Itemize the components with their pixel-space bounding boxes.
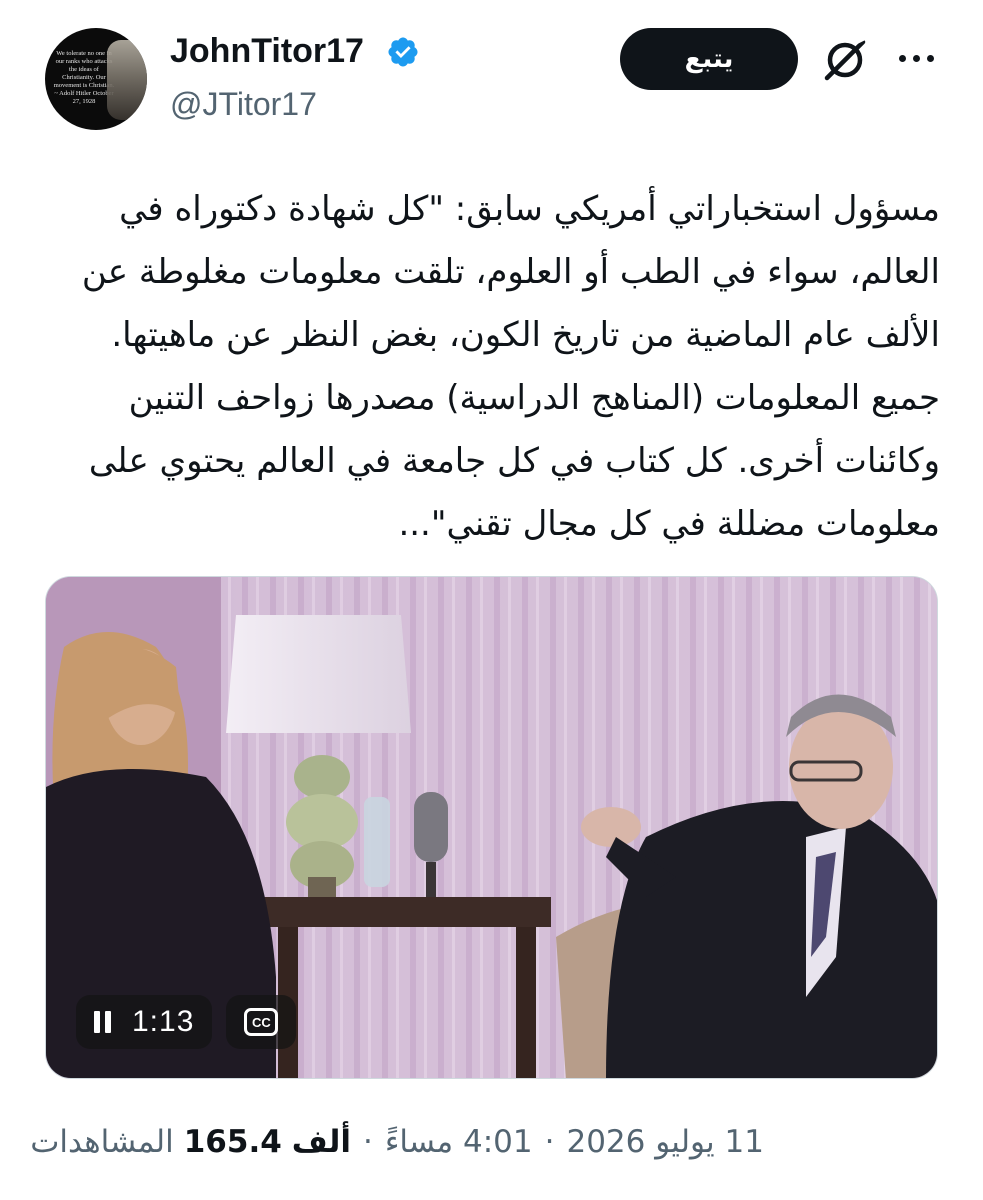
avatar-portrait (107, 40, 147, 120)
grok-icon[interactable] (818, 32, 872, 86)
verified-badge-icon (388, 37, 418, 67)
views-label: المشاهدات (30, 1124, 174, 1160)
avatar-quote-text: We tolerate no one in our ranks who atta… (53, 50, 115, 105)
tweet-date[interactable]: 11 يوليو 2026 (566, 1124, 764, 1160)
captions-button[interactable]: CC (226, 995, 297, 1049)
avatar[interactable]: We tolerate no one in our ranks who atta… (45, 28, 147, 130)
more-dot (898, 54, 906, 62)
display-name[interactable]: JohnTitor17 (170, 30, 364, 72)
meta-separator: · (362, 1124, 373, 1160)
video-controls: 1:13 CC (76, 995, 297, 1049)
closed-captions-icon: CC (244, 1008, 279, 1036)
views-count[interactable]: ألف 165.4 المشاهدات (30, 1124, 351, 1160)
video-time: 1:13 (132, 1005, 195, 1038)
pause-icon[interactable] (94, 1011, 114, 1033)
meta-separator: · (544, 1124, 555, 1160)
views-unit: ألف (291, 1124, 351, 1160)
more-dot (912, 54, 920, 62)
pause-bar (94, 1011, 100, 1033)
tweet-text: مسؤول استخباراتي أمريكي سابق: "كل شهادة … (81, 189, 940, 544)
more-dot (926, 54, 934, 62)
more-icon[interactable] (888, 38, 944, 78)
tweet-time[interactable]: 4:01 مساءً (385, 1124, 533, 1160)
follow-button[interactable]: يتبع (620, 28, 798, 90)
video-player[interactable]: 1:13 CC (45, 576, 938, 1079)
views-number: 165.4 (183, 1124, 282, 1160)
playback-pill: 1:13 (76, 995, 213, 1049)
pause-bar (105, 1011, 111, 1033)
tweet-meta: 11 يوليو 2026 · 4:01 مساءً · ألف 165.4 ا… (30, 1118, 764, 1166)
user-handle[interactable]: @JTitor17 (170, 84, 317, 124)
